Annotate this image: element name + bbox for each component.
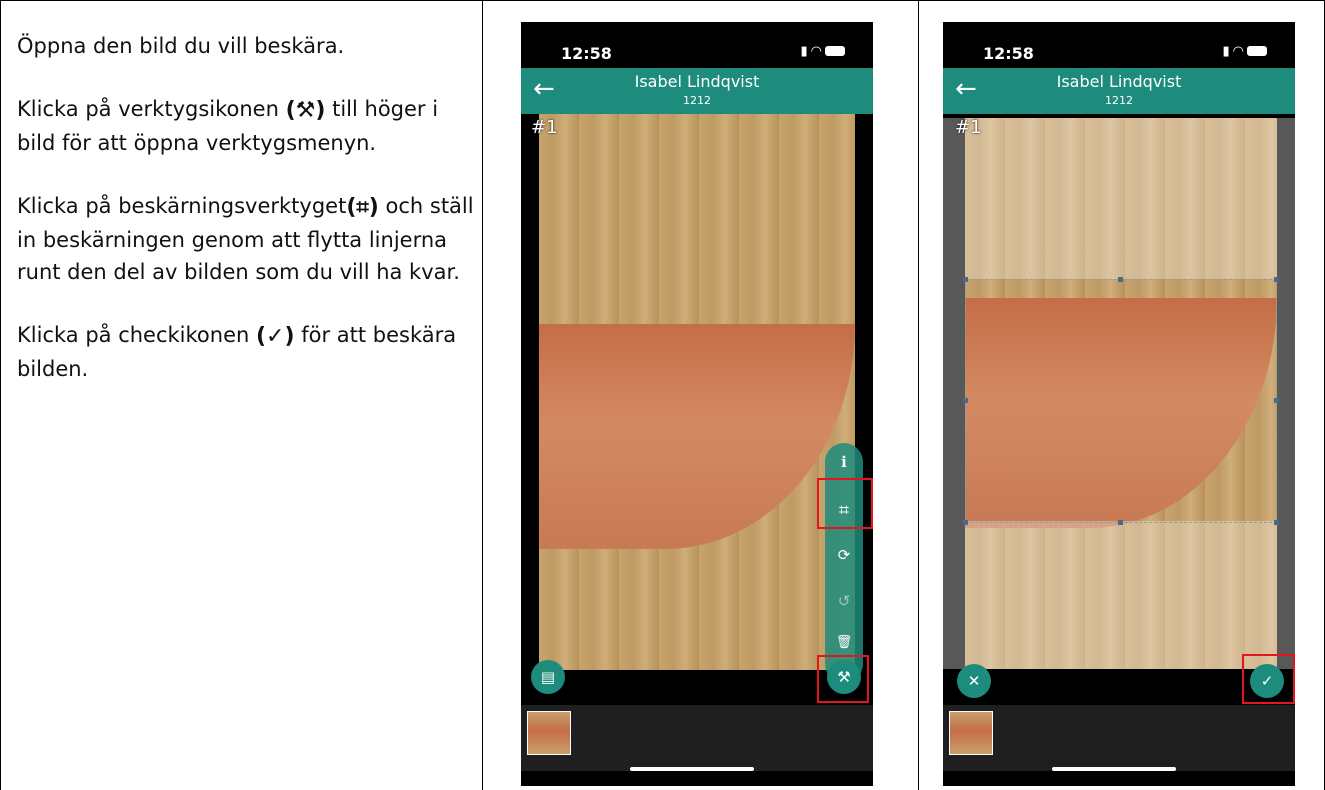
instructions: Öppna den bild du vill beskära. Klicka p…	[17, 30, 477, 416]
check-icon: (✓)	[256, 324, 295, 349]
crop-icon: (⌗)	[346, 195, 379, 220]
instructions-cell: Öppna den bild du vill beskära. Klicka p…	[0, 0, 483, 790]
crop-dim-bottom	[965, 521, 1277, 669]
delete-icon[interactable]: 🗑	[825, 635, 863, 650]
photo-number: #1	[531, 117, 558, 138]
photo-view[interactable]	[539, 114, 855, 670]
crop-handle-bottom[interactable]	[1118, 520, 1123, 525]
battery-icon	[825, 46, 845, 56]
status-icons: ▮◠	[800, 44, 845, 59]
photo-number: #1	[955, 117, 982, 138]
tools-button-highlight	[817, 655, 869, 703]
patient-id: 1212	[683, 94, 711, 107]
home-indicator	[630, 767, 754, 771]
crop-photo	[963, 118, 1279, 669]
crop-handle-top[interactable]	[1118, 277, 1123, 282]
app-header: ← Isabel Lindqvist 1212	[521, 68, 873, 114]
info-icon[interactable]: ℹ	[825, 453, 863, 471]
crop-handle-tr[interactable]	[1274, 277, 1279, 282]
patient-id: 1212	[1105, 94, 1133, 107]
crop-handle-left[interactable]	[963, 398, 968, 403]
comment-button[interactable]: ▤	[531, 660, 565, 694]
patient-name: Isabel Lindqvist	[634, 72, 760, 91]
step-confirm: Klicka på checkikonen (✓) för att beskär…	[17, 323, 457, 381]
status-time: 12:58	[983, 44, 1034, 63]
crop-handle-tl[interactable]	[963, 277, 968, 282]
home-indicator	[1052, 767, 1176, 771]
cancel-button[interactable]: ✕	[957, 664, 991, 698]
status-bar: 12:58 ▮◠	[521, 22, 873, 68]
signal-icon: ▮	[1222, 44, 1233, 59]
history-icon[interactable]: ↺	[825, 592, 863, 610]
status-bar: 12:58 ▮◠	[943, 22, 1295, 68]
tools-icon: (⚒)	[285, 98, 326, 123]
phone-screen-crop: 12:58 ▮◠ ← Isabel Lindqvist 1212 #1 ✕ ✓	[943, 22, 1295, 786]
step-open: Öppna den bild du vill beskära.	[17, 34, 345, 58]
photo-thumbnail[interactable]	[949, 711, 993, 755]
step-tools: Klicka på verktygsikonen (⚒) till höger …	[17, 97, 439, 155]
crop-dim-top	[965, 118, 1277, 279]
crop-handle-right[interactable]	[1274, 398, 1279, 403]
photo-arm	[539, 324, 855, 549]
thumbnail-strip	[943, 705, 1295, 771]
app-header: ← Isabel Lindqvist 1212	[943, 68, 1295, 114]
photo-thumbnail[interactable]	[527, 711, 571, 755]
phone-screen-tools: 12:58 ▮◠ ← Isabel Lindqvist 1212 #1 ℹ ⌗ …	[521, 22, 873, 786]
wifi-icon: ◠	[810, 44, 825, 59]
thumbnail-strip	[521, 705, 873, 771]
signal-icon: ▮	[800, 44, 811, 59]
crop-frame[interactable]	[963, 277, 1279, 525]
status-icons: ▮◠	[1222, 44, 1267, 59]
battery-icon	[1247, 46, 1267, 56]
crop-handle-bl[interactable]	[963, 520, 968, 525]
patient-name: Isabel Lindqvist	[1056, 72, 1182, 91]
step-crop: Klicka på beskärningsverktyget(⌗) och st…	[17, 194, 474, 284]
crop-tool-highlight	[817, 478, 873, 529]
confirm-button-highlight	[1242, 654, 1295, 704]
status-time: 12:58	[561, 44, 612, 63]
crop-handle-br[interactable]	[1274, 520, 1279, 525]
wifi-icon: ◠	[1232, 44, 1247, 59]
rotate-icon[interactable]: ⟳	[825, 546, 863, 564]
